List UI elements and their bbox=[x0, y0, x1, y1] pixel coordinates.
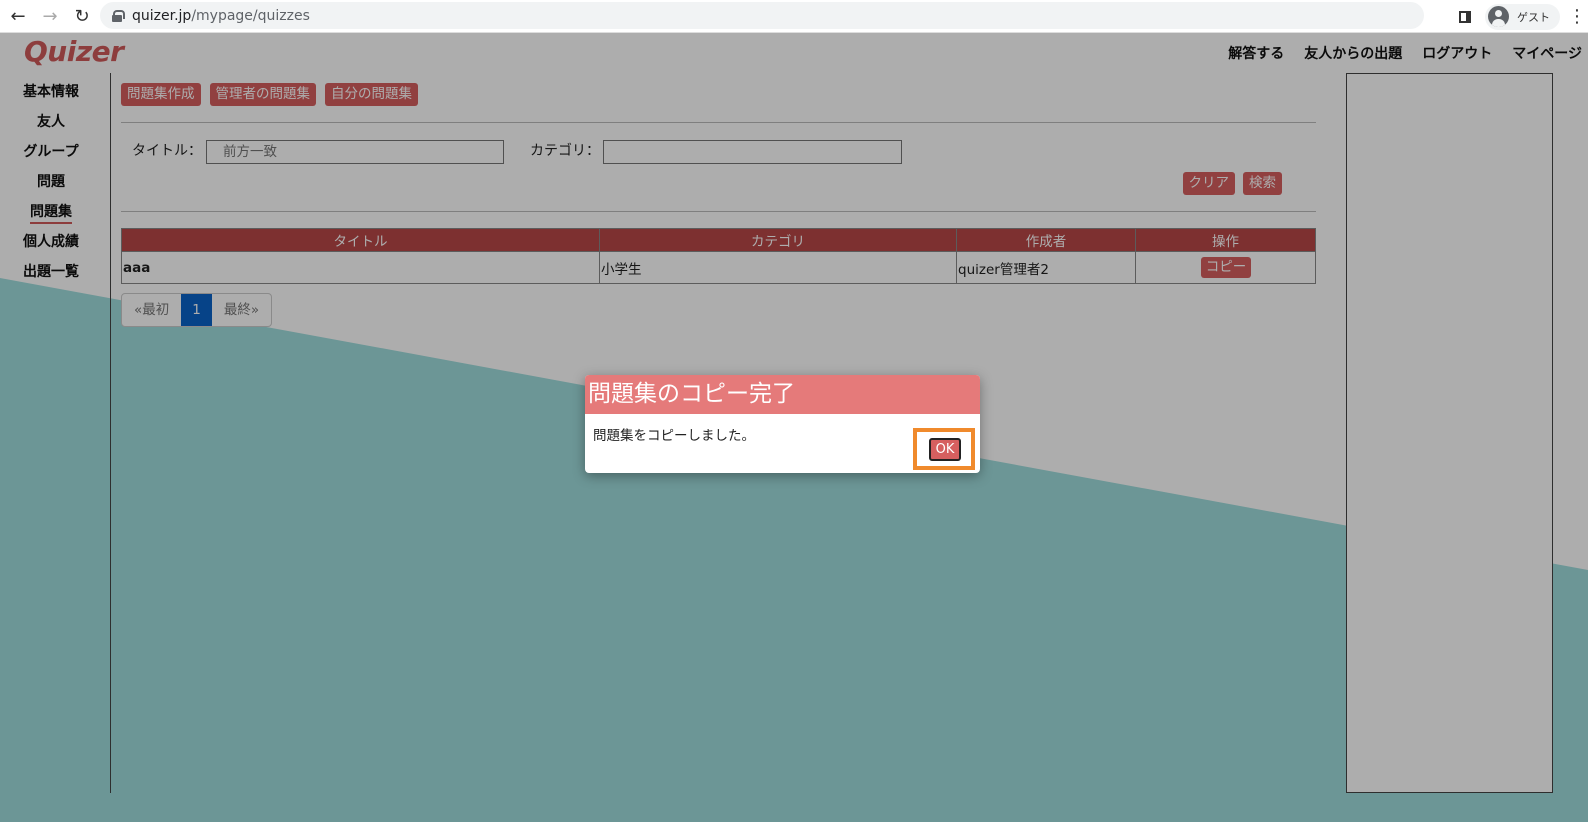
browser-toolbar: ← → ↻ quizer.jp/mypage/quizzes ゲスト ⋮ bbox=[0, 0, 1588, 33]
more-menu-icon[interactable]: ⋮ bbox=[1568, 7, 1586, 26]
reload-icon[interactable]: ↻ bbox=[68, 2, 96, 30]
avatar-icon bbox=[1488, 6, 1509, 27]
forward-arrow-icon[interactable]: → bbox=[36, 2, 64, 30]
profile-button[interactable]: ゲスト bbox=[1485, 3, 1560, 30]
ok-button[interactable]: OK bbox=[929, 438, 961, 461]
address-bar[interactable]: quizer.jp/mypage/quizzes bbox=[100, 2, 1424, 29]
url-host: quizer.jp bbox=[132, 7, 192, 24]
profile-name: ゲスト bbox=[1517, 10, 1550, 24]
dialog-title: 問題集のコピー完了 bbox=[585, 375, 980, 414]
side-panel-icon[interactable] bbox=[1459, 10, 1471, 23]
back-arrow-icon[interactable]: ← bbox=[4, 2, 32, 30]
dialog-message: 問題集をコピーしました。 bbox=[593, 428, 755, 444]
lock-icon bbox=[112, 10, 125, 22]
url-path: /mypage/quizzes bbox=[191, 7, 310, 24]
